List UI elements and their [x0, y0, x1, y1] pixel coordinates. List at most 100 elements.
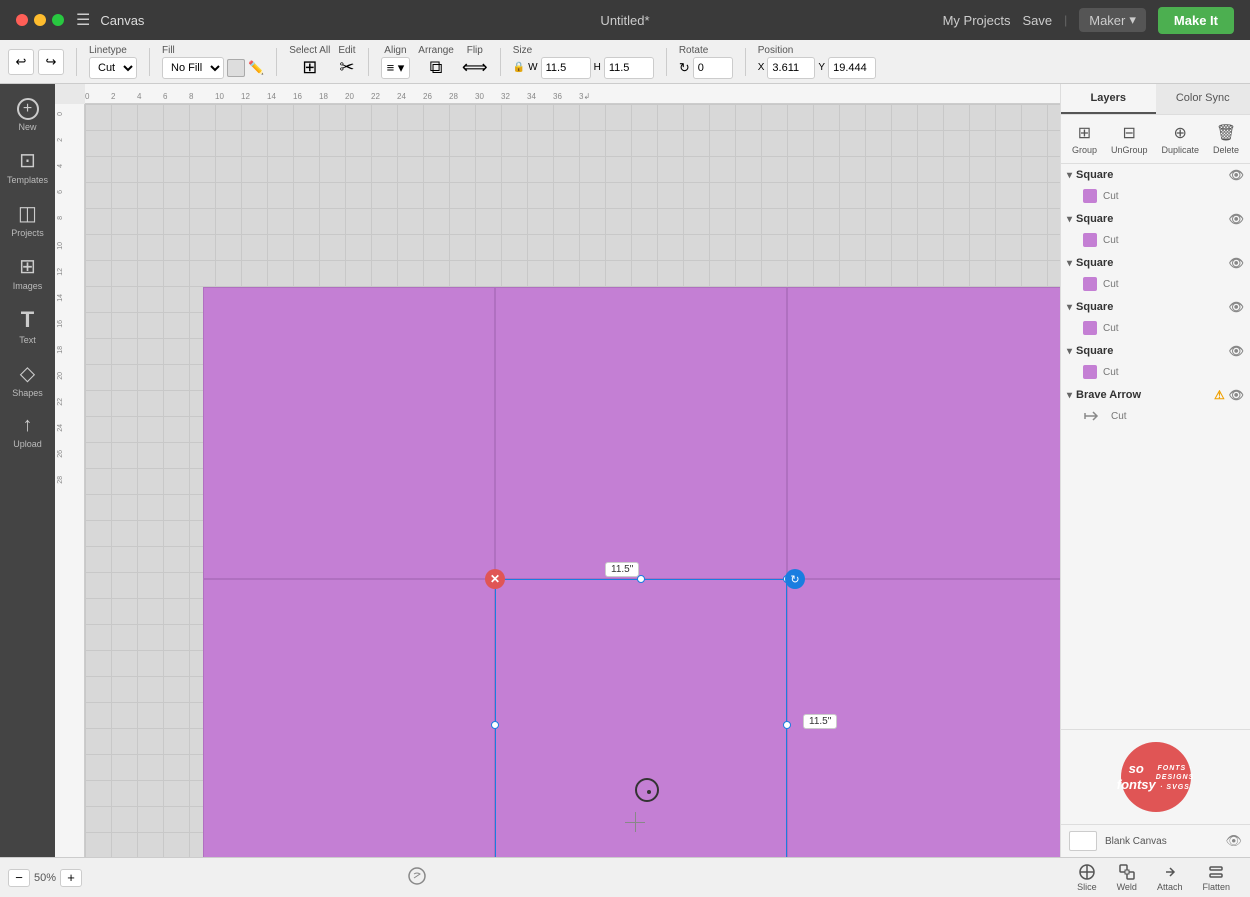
layer-item-square-3[interactable]: Cut — [1061, 274, 1250, 294]
edit-button[interactable]: ✂ — [339, 57, 354, 78]
ruler-tick-24: 24 — [397, 92, 406, 101]
close-window-button[interactable] — [16, 14, 28, 26]
sidebar-item-templates[interactable]: ⊡ Templates — [0, 142, 55, 191]
layer-header-square-4[interactable]: ▾ Square 👁 — [1061, 296, 1250, 318]
sidebar-item-upload[interactable]: ↑ Upload — [0, 408, 55, 455]
duplicate-button[interactable]: ⊕ Duplicate — [1155, 121, 1205, 157]
layer-item-brave-arrow[interactable]: Cut — [1061, 406, 1250, 426]
layer-item-square-5[interactable]: Cut — [1061, 362, 1250, 382]
rotate-input[interactable] — [693, 57, 733, 79]
sidebar-item-shapes[interactable]: ◇ Shapes — [0, 355, 55, 404]
layer-group-1: ▾ Square 👁 Cut — [1061, 164, 1250, 206]
blank-canvas-item[interactable]: Blank Canvas 👁 — [1061, 824, 1250, 857]
y-input[interactable] — [828, 57, 876, 79]
weld-button[interactable]: Weld — [1117, 863, 1137, 892]
undo-button[interactable]: ↩ — [8, 49, 34, 75]
select-all-button[interactable]: ⊞ — [302, 57, 317, 78]
eye-icon-arrow[interactable]: 👁 — [1229, 388, 1244, 402]
feedback-icon[interactable] — [407, 866, 427, 889]
group-button[interactable]: ⊞ Group — [1066, 121, 1103, 157]
eye-icon-5[interactable]: 👁 — [1229, 344, 1244, 358]
layer-header-square-3[interactable]: ▾ Square 👁 — [1061, 252, 1250, 274]
layer-header-square-5[interactable]: ▾ Square 👁 — [1061, 340, 1250, 362]
maximize-window-button[interactable] — [52, 14, 64, 26]
layer-header-brave-arrow[interactable]: ▾ Brave Arrow ⚠ 👁 — [1061, 384, 1250, 406]
fill-select[interactable]: No Fill — [162, 57, 224, 79]
layer-cut-1: Cut — [1103, 191, 1119, 202]
canvas-shape-square-5[interactable] — [495, 579, 787, 857]
ruler-v-tick-26: 26 — [57, 450, 64, 458]
toolbar-sep-2 — [149, 48, 150, 76]
canvas-shape-square-3[interactable] — [787, 287, 1060, 579]
layer-item-square-4[interactable]: Cut — [1061, 318, 1250, 338]
fill-color-swatch[interactable] — [227, 59, 245, 77]
sidebar-item-new[interactable]: + New — [0, 92, 55, 138]
eye-icon-3[interactable]: 👁 — [1229, 256, 1244, 270]
layer-item-square-2[interactable]: Cut — [1061, 230, 1250, 250]
x-label: X — [758, 62, 765, 73]
arrange-group: Arrange ⧉ — [418, 45, 454, 78]
select-all-group: Select All ⊞ — [289, 45, 330, 78]
rotate-selection-handle[interactable]: ↻ — [785, 569, 805, 589]
ruler-h-content: 0 2 4 6 8 10 12 14 16 18 20 22 24 26 28 … — [85, 84, 1060, 103]
panel-tabs: Layers Color Sync — [1061, 84, 1250, 115]
maker-chevron-icon: ▾ — [1129, 12, 1136, 28]
canvas-content[interactable]: ✕ ↻ 11.5" 11.5" — [85, 104, 1060, 857]
toolbar-sep-3 — [276, 48, 277, 76]
hamburger-menu-icon[interactable]: ☰ — [76, 10, 90, 30]
eye-icon-2[interactable]: 👁 — [1229, 212, 1244, 226]
canvas-area[interactable]: 0 2 4 6 8 10 12 14 16 18 20 22 24 26 28 … — [55, 84, 1060, 857]
layer-item-square-1[interactable]: Cut — [1061, 186, 1250, 206]
tab-color-sync[interactable]: Color Sync — [1156, 84, 1250, 114]
redo-button[interactable]: ↪ — [38, 49, 64, 75]
position-group: Position X Y — [758, 45, 876, 79]
flip-button[interactable]: ⟺ — [462, 57, 488, 78]
linetype-select[interactable]: Cut — [89, 57, 137, 79]
collapse-icon-3: ▾ — [1067, 258, 1072, 269]
eye-icon-4[interactable]: 👁 — [1229, 300, 1244, 314]
width-input[interactable] — [541, 57, 591, 79]
ungroup-button[interactable]: ⊟ UnGroup — [1105, 121, 1154, 157]
sidebar-item-images[interactable]: ⊞ Images — [0, 248, 55, 297]
height-input[interactable] — [604, 57, 654, 79]
flatten-button[interactable]: Flatten — [1202, 863, 1230, 892]
layer-cut-2: Cut — [1103, 235, 1119, 246]
delete-selection-button[interactable]: ✕ — [485, 569, 505, 589]
text-icon: T — [21, 307, 34, 333]
ruler-tick-2: 2 — [111, 92, 115, 101]
canvas-shape-square-1[interactable] — [203, 287, 495, 579]
attach-button[interactable]: Attach — [1157, 863, 1183, 892]
undo-redo-group: ↩ ↪ — [8, 49, 64, 75]
sidebar-item-projects[interactable]: ◫ Projects — [0, 195, 55, 244]
make-it-button[interactable]: Make It — [1158, 7, 1234, 34]
toolbar-sep-1 — [76, 48, 77, 76]
flip-group: Flip ⟺ — [462, 45, 488, 78]
my-projects-button[interactable]: My Projects — [943, 13, 1011, 28]
layer-header-square-1[interactable]: ▾ Square 👁 — [1061, 164, 1250, 186]
blank-canvas-label: Blank Canvas — [1105, 836, 1167, 847]
zoom-out-button[interactable]: − — [8, 869, 30, 887]
slice-button[interactable]: Slice — [1077, 863, 1097, 892]
minimize-window-button[interactable] — [34, 14, 46, 26]
ruler-tick-6: 6 — [163, 92, 167, 101]
linetype-label: Linetype — [89, 45, 137, 56]
align-button[interactable]: ≡ ▾ — [381, 57, 411, 79]
divider: | — [1064, 13, 1067, 27]
eye-icon-1[interactable]: 👁 — [1229, 168, 1244, 182]
layer-header-square-2[interactable]: ▾ Square 👁 — [1061, 208, 1250, 230]
tab-layers[interactable]: Layers — [1061, 84, 1156, 114]
save-button[interactable]: Save — [1022, 13, 1052, 28]
app-name-label: Canvas — [100, 13, 144, 28]
maker-selector[interactable]: Maker ▾ — [1079, 8, 1146, 32]
zoom-in-button[interactable]: + — [60, 869, 82, 887]
ruler-tick-10: 10 — [215, 92, 224, 101]
slice-icon — [1078, 863, 1096, 881]
blank-canvas-eye-icon[interactable]: 👁 — [1225, 833, 1242, 849]
sidebar-item-text[interactable]: T Text — [0, 301, 55, 351]
delete-button[interactable]: 🗑 Delete — [1207, 121, 1245, 157]
canvas-shape-square-4[interactable] — [203, 579, 495, 857]
arrange-button[interactable]: ⧉ — [430, 57, 443, 78]
canvas-shape-square-2[interactable] — [495, 287, 787, 579]
x-input[interactable] — [767, 57, 815, 79]
collapse-icon-arrow: ▾ — [1067, 390, 1072, 401]
